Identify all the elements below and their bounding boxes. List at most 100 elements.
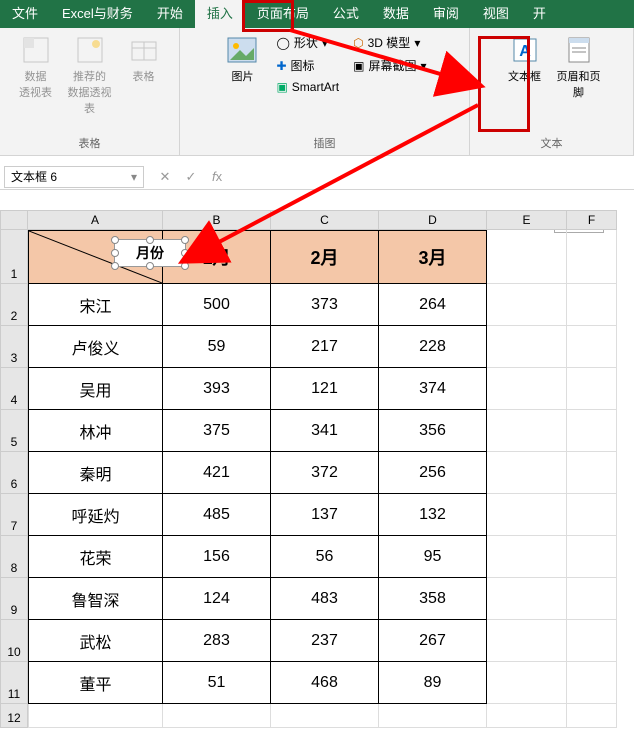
row-header-3[interactable]: 3 <box>0 326 28 368</box>
cell-c8[interactable]: 56 <box>271 536 379 578</box>
cell-c10[interactable]: 237 <box>271 620 379 662</box>
cell-a1[interactable]: 月份 <box>28 230 163 284</box>
tab-review[interactable]: 审阅 <box>421 0 471 28</box>
cell-b3[interactable]: 59 <box>163 326 271 368</box>
cell-c12[interactable] <box>271 704 379 728</box>
tab-view[interactable]: 视图 <box>471 0 521 28</box>
cell-a9[interactable]: 鲁智深 <box>28 578 163 620</box>
cell-b8[interactable]: 156 <box>163 536 271 578</box>
icons-button[interactable]: ✚图标 <box>272 55 343 76</box>
recommended-pivot-button[interactable]: 推荐的 数据透视表 <box>66 32 114 118</box>
col-header-c[interactable]: C <box>271 210 379 230</box>
cell-d10[interactable]: 267 <box>379 620 487 662</box>
col-header-f[interactable]: F <box>567 210 617 230</box>
cell-a2[interactable]: 宋江 <box>28 284 163 326</box>
row-header-6[interactable]: 6 <box>0 452 28 494</box>
row-header-8[interactable]: 8 <box>0 536 28 578</box>
row-header-4[interactable]: 4 <box>0 368 28 410</box>
cell-b9[interactable]: 124 <box>163 578 271 620</box>
cell-a10[interactable]: 武松 <box>28 620 163 662</box>
tab-page-layout[interactable]: 页面布局 <box>245 0 321 28</box>
cell-a5[interactable]: 林冲 <box>28 410 163 452</box>
col-header-b[interactable]: B <box>163 210 271 230</box>
cell-a3[interactable]: 卢俊义 <box>28 326 163 368</box>
cell-f2[interactable] <box>567 284 617 326</box>
cell-b11[interactable]: 51 <box>163 662 271 704</box>
tab-dev[interactable]: 开 <box>521 0 558 28</box>
header-footer-button[interactable]: 页眉和页脚 <box>555 32 603 102</box>
cell-e3[interactable] <box>487 326 567 368</box>
cell-c1[interactable]: 2月 <box>271 230 379 284</box>
tab-file[interactable]: 文件 <box>0 0 50 28</box>
cell-c4[interactable]: 121 <box>271 368 379 410</box>
cell-d12[interactable] <box>379 704 487 728</box>
cell-d6[interactable]: 256 <box>379 452 487 494</box>
row-header-7[interactable]: 7 <box>0 494 28 536</box>
cell-c5[interactable]: 341 <box>271 410 379 452</box>
cell-b2[interactable]: 500 <box>163 284 271 326</box>
row-header-9[interactable]: 9 <box>0 578 28 620</box>
cell-c3[interactable]: 217 <box>271 326 379 368</box>
cell-b10[interactable]: 283 <box>163 620 271 662</box>
cell-d9[interactable]: 358 <box>379 578 487 620</box>
cell-f5[interactable] <box>567 410 617 452</box>
cell-f9[interactable] <box>567 578 617 620</box>
cell-e4[interactable] <box>487 368 567 410</box>
cell-e12[interactable] <box>487 704 567 728</box>
cell-d4[interactable]: 374 <box>379 368 487 410</box>
cell-a6[interactable]: 秦明 <box>28 452 163 494</box>
cell-d11[interactable]: 89 <box>379 662 487 704</box>
cell-e9[interactable] <box>487 578 567 620</box>
tab-formulas[interactable]: 公式 <box>321 0 371 28</box>
cell-f1[interactable] <box>567 230 617 284</box>
textbox-button[interactable]: A 文本框 <box>501 32 549 86</box>
shapes-button[interactable]: ◯形状▾ <box>272 32 343 53</box>
cell-f11[interactable] <box>567 662 617 704</box>
cell-f4[interactable] <box>567 368 617 410</box>
cell-c11[interactable]: 468 <box>271 662 379 704</box>
smartart-button[interactable]: ▣SmartArt <box>272 78 343 96</box>
row-header-1[interactable]: 1 <box>0 230 28 284</box>
cell-b4[interactable]: 393 <box>163 368 271 410</box>
cell-f3[interactable] <box>567 326 617 368</box>
pivot-table-button[interactable]: 数据 透视表 <box>12 32 60 102</box>
cell-b5[interactable]: 375 <box>163 410 271 452</box>
cell-e2[interactable] <box>487 284 567 326</box>
cell-e5[interactable] <box>487 410 567 452</box>
cell-f6[interactable] <box>567 452 617 494</box>
cell-f12[interactable] <box>567 704 617 728</box>
cell-c6[interactable]: 372 <box>271 452 379 494</box>
screenshot-button[interactable]: ▣屏幕截图▾ <box>349 55 430 76</box>
row-header-2[interactable]: 2 <box>0 284 28 326</box>
cell-d8[interactable]: 95 <box>379 536 487 578</box>
cell-f8[interactable] <box>567 536 617 578</box>
cell-a11[interactable]: 董平 <box>28 662 163 704</box>
cell-c2[interactable]: 373 <box>271 284 379 326</box>
worksheet-grid[interactable]: A B C D E F 1 月份 1月 2月 3月 2 宋江 500 373 2… <box>0 210 634 728</box>
cell-d5[interactable]: 356 <box>379 410 487 452</box>
cell-a4[interactable]: 吴用 <box>28 368 163 410</box>
row-header-12[interactable]: 12 <box>0 704 28 728</box>
row-header-10[interactable]: 10 <box>0 620 28 662</box>
textbox-object[interactable]: 月份 <box>114 239 186 267</box>
cell-e11[interactable] <box>487 662 567 704</box>
cell-e1[interactable] <box>487 230 567 284</box>
col-header-e[interactable]: E <box>487 210 567 230</box>
cell-a7[interactable]: 呼延灼 <box>28 494 163 536</box>
cell-b6[interactable]: 421 <box>163 452 271 494</box>
row-header-5[interactable]: 5 <box>0 410 28 452</box>
cell-b7[interactable]: 485 <box>163 494 271 536</box>
cell-d7[interactable]: 132 <box>379 494 487 536</box>
table-button[interactable]: 表格 <box>120 32 168 86</box>
cell-f7[interactable] <box>567 494 617 536</box>
cell-b12[interactable] <box>163 704 271 728</box>
cancel-button[interactable]: ✕ <box>156 169 174 185</box>
tab-data[interactable]: 数据 <box>371 0 421 28</box>
cell-a12[interactable] <box>28 704 163 728</box>
cell-e7[interactable] <box>487 494 567 536</box>
tab-insert[interactable]: 插入 <box>195 0 245 28</box>
enter-button[interactable]: ✓ <box>182 169 200 185</box>
cell-f10[interactable] <box>567 620 617 662</box>
cell-e10[interactable] <box>487 620 567 662</box>
cell-c9[interactable]: 483 <box>271 578 379 620</box>
